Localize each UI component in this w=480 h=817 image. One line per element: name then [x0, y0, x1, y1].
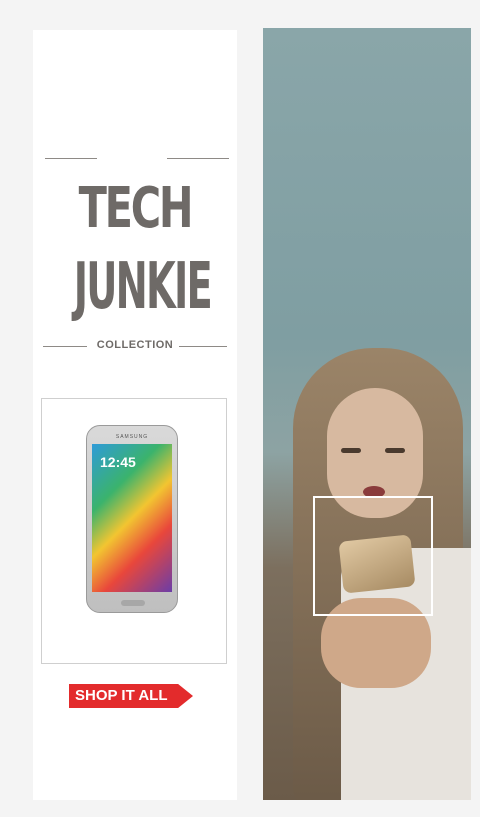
lifestyle-photo [263, 28, 471, 800]
phone-screen: 12:45 [92, 444, 172, 592]
smartphone-image: SAMSUNG 12:45 [86, 425, 178, 613]
collection-subtitle-row: COLLECTION [43, 338, 227, 354]
shop-it-all-button[interactable]: SHOP IT ALL [69, 684, 193, 708]
phone-brand-text: SAMSUNG [115, 434, 149, 440]
promo-panel: TECH JUNKIE COLLECTION SAMSUNG 12:45 SHO… [33, 30, 237, 800]
title-line-2: JUNKIE [73, 250, 213, 324]
eye [341, 448, 361, 453]
eye [385, 448, 405, 453]
collection-subtitle: COLLECTION [96, 339, 174, 351]
phone-clock: 12:45 [100, 454, 136, 470]
product-highlight-box [313, 496, 433, 616]
decorative-rule [45, 158, 97, 159]
decorative-rule [167, 158, 229, 159]
divider-line [179, 346, 227, 347]
phone-home-key [121, 600, 145, 606]
product-card[interactable]: SAMSUNG 12:45 [41, 398, 227, 664]
ad-banner[interactable]: TECH JUNKIE COLLECTION SAMSUNG 12:45 SHO… [0, 0, 480, 817]
title-line-1: TECH [78, 176, 194, 241]
